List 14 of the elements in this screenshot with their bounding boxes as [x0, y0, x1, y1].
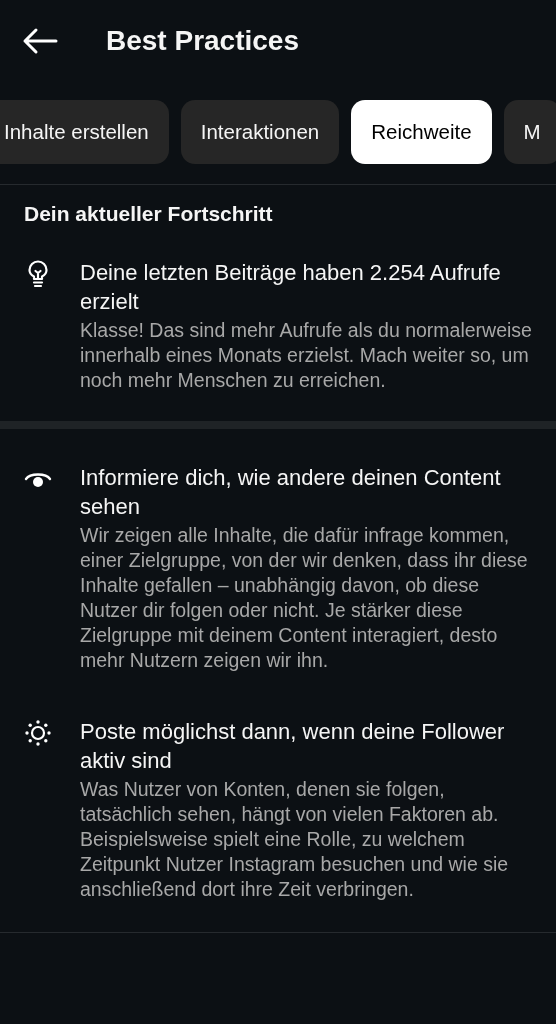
tip-description: Klasse! Das sind mehr Aufrufe als du normalerweise innerhalb eines Monats erzielst. Mach weiter so, um noch mehr Menschen zu erreichen. [80, 318, 533, 394]
tip-title: Poste möglichst dann, wenn deine Follower aktiv sind [80, 718, 506, 776]
tip-title: Informiere dich, wie andere deinen Content sehen [80, 464, 502, 522]
tab[interactable]: Inhalte erstellen [0, 100, 169, 164]
tab[interactable]: Reichweite [351, 100, 492, 164]
section-title: Dein aktueller Fortschritt [23, 201, 274, 227]
tab[interactable]: M [503, 100, 556, 164]
page-title: Best Practices [106, 24, 299, 58]
tip-title: Deine letzten Beiträge haben 2.254 Aufrufe erzielt [80, 259, 502, 317]
tip-description: Wir zeigen alle Inhalte, die dafür infrage kommen, einer Zielgruppe, von der wir denken, dass ihr diese Inhalte gefallen – unabhängig davon, ob diese Nutzer dir folgen oder nicht. Je stärker diese Zielgruppe mit deinem Content interagiert, desto mehr Nutzern zeigen wir ihn. [80, 523, 529, 674]
tip-description: Was Nutzer von Konten, denen sie folgen, tatsächlich sehen, hängt von vielen Faktoren ab. Beispielsweise spielt eine Rolle, zu welchem Zeitpunkt Nutzer Instagram besuchen und wie sie anschließend dort ihre Zeit verbringen. [80, 777, 510, 903]
sun-icon [24, 719, 52, 748]
back-arrow-icon[interactable] [22, 27, 58, 55]
tab[interactable]: Interaktionen [180, 100, 340, 164]
